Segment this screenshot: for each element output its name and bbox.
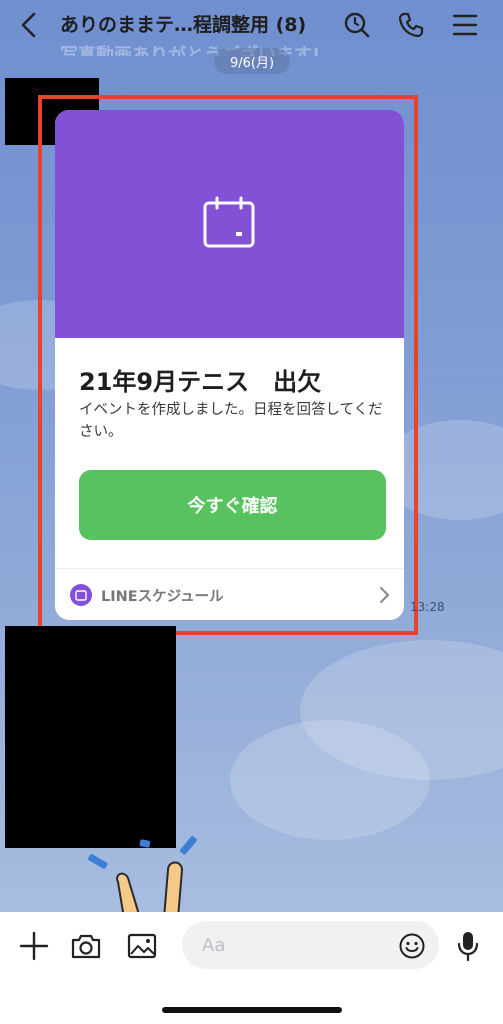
camera-icon [71, 934, 101, 959]
line-schedule-app-icon [70, 584, 92, 606]
phone-icon [398, 12, 424, 38]
call-button[interactable] [394, 8, 428, 42]
event-card-footer[interactable]: LINEスケジュール [55, 568, 404, 620]
search-button[interactable] [340, 8, 374, 42]
chat-header: ありのままテ…程調整用 (8) [0, 0, 503, 50]
camera-button[interactable] [68, 928, 104, 964]
plus-icon [19, 931, 49, 961]
event-card[interactable]: 21年9月テニス 出欠 イベントを作成しました。日程を回答してください。 今すぐ… [55, 110, 404, 620]
event-card-header [55, 110, 404, 338]
message-timestamp: 13:28 [410, 600, 445, 614]
event-description: イベントを作成しました。日程を回答してください。 [79, 402, 383, 440]
image-button[interactable] [124, 928, 160, 964]
chevron-right-icon [380, 587, 389, 603]
menu-button[interactable] [448, 8, 482, 42]
chat-title[interactable]: ありのままテ…程調整用 (8) [60, 10, 330, 37]
back-icon [21, 12, 36, 38]
back-button[interactable] [4, 0, 54, 50]
app-label: LINEスケジュール [101, 589, 224, 605]
voice-button[interactable] [450, 928, 486, 964]
image-icon [127, 933, 157, 959]
date-separator: 9/6(月) [214, 48, 290, 74]
add-button[interactable] [16, 928, 52, 964]
microphone-icon [457, 932, 479, 962]
redacted-message [5, 626, 176, 848]
emoji-icon[interactable] [398, 932, 426, 960]
home-indicator [162, 1007, 342, 1013]
search-icon [344, 12, 370, 38]
sticker-image [88, 836, 197, 918]
event-title: 21年9月テニス 出欠 [79, 368, 322, 396]
confirm-now-button[interactable]: 今すぐ確認 [79, 470, 386, 540]
menu-icon [452, 14, 478, 36]
calendar-icon [203, 196, 255, 248]
message-composer [0, 912, 503, 1024]
